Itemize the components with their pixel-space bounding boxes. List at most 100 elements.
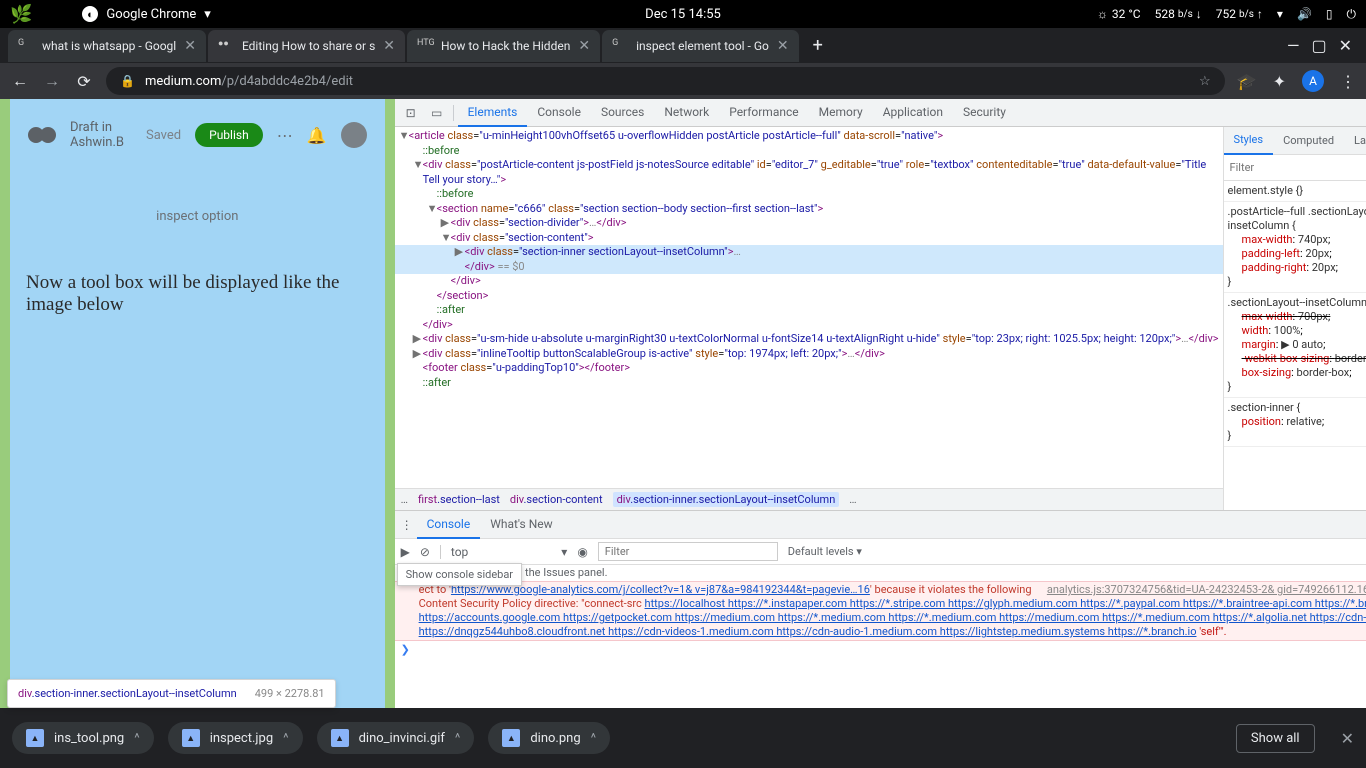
dom-node[interactable]: ▼<section name="c666" class="section sec… bbox=[395, 202, 1223, 217]
console-tab[interactable]: What's New bbox=[480, 511, 562, 539]
dom-node[interactable]: </div> == $0 bbox=[395, 260, 1223, 275]
breadcrumb-item[interactable]: … bbox=[401, 493, 408, 506]
close-download-bar[interactable]: ✕ bbox=[1341, 729, 1354, 748]
browser-tab[interactable]: Ginspect element tool - Go✕ bbox=[602, 30, 799, 62]
chevron-up-icon[interactable]: ^ bbox=[283, 731, 288, 746]
show-all-downloads[interactable]: Show all bbox=[1236, 724, 1315, 753]
elements-tree[interactable]: ▼<article class="u-minHeight100vhOffset6… bbox=[395, 127, 1223, 488]
devtools-panel-tab[interactable]: Performance bbox=[719, 99, 808, 127]
inspect-element-icon[interactable]: ⊡ bbox=[399, 106, 423, 120]
devtools-panel-tab[interactable]: Security bbox=[953, 99, 1016, 127]
console-sidebar-icon[interactable]: ▶ bbox=[401, 545, 410, 559]
breadcrumb-item[interactable]: div.section-content bbox=[510, 493, 603, 506]
browser-tab[interactable]: ●●Editing How to share or s✕ bbox=[208, 30, 405, 62]
context-selector[interactable]: top ▾ bbox=[451, 545, 567, 559]
dom-node[interactable]: ::before bbox=[395, 144, 1223, 159]
dom-node[interactable]: ▶<div class="u-sm-hide u-absolute u-marg… bbox=[395, 332, 1223, 347]
new-tab-button[interactable]: + bbox=[801, 35, 835, 56]
close-window-button[interactable]: ✕ bbox=[1339, 36, 1352, 55]
styles-tab[interactable]: Styles bbox=[1224, 127, 1274, 155]
devtools-panel-tab[interactable]: Network bbox=[654, 99, 719, 127]
article-body-text[interactable]: Now a tool box will be displayed like th… bbox=[10, 272, 385, 316]
device-toolbar-icon[interactable]: ▭ bbox=[425, 106, 449, 120]
breadcrumb-item[interactable]: first.section--last bbox=[418, 493, 500, 506]
download-item[interactable]: ▲dino.png^ bbox=[488, 722, 610, 754]
chevron-up-icon[interactable]: ^ bbox=[591, 731, 596, 746]
dom-node[interactable]: </section> bbox=[395, 289, 1223, 304]
console-tab[interactable]: Console bbox=[417, 511, 481, 539]
chevron-up-icon[interactable]: ^ bbox=[455, 731, 460, 746]
clear-console-icon[interactable]: ⊘ bbox=[420, 545, 430, 559]
dom-node[interactable]: ▼<div class="postArticle-content js-post… bbox=[395, 158, 1223, 173]
close-tab-icon[interactable]: ✕ bbox=[383, 38, 395, 54]
dom-node[interactable]: ▶<div class="section-inner sectionLayout… bbox=[395, 245, 1223, 260]
styles-tab[interactable]: Layout bbox=[1344, 127, 1366, 154]
power-icon[interactable]: ⏻ bbox=[1347, 7, 1357, 22]
weather[interactable]: ☼ 32 °C bbox=[1097, 7, 1141, 21]
dom-node[interactable]: ::after bbox=[395, 303, 1223, 318]
dom-node[interactable]: ▶<div class="section-divider">…</div> bbox=[395, 216, 1223, 231]
extensions-icon[interactable]: ✦ bbox=[1273, 72, 1286, 91]
console-log[interactable]: View issues has been moved to the Issues… bbox=[395, 565, 1366, 708]
css-rule[interactable]: main-brandi…lcHjA.css:1.section-inner {p… bbox=[1224, 398, 1366, 447]
css-rule[interactable]: main-brandi…lcHjA.css:1.postArticle--ful… bbox=[1224, 202, 1366, 293]
reload-button[interactable]: ⟳ bbox=[74, 72, 94, 91]
scholar-icon[interactable]: 🎓 bbox=[1237, 72, 1257, 91]
breadcrumb-item[interactable]: … bbox=[849, 493, 856, 506]
more-icon[interactable]: ⋯ bbox=[277, 126, 293, 145]
clock[interactable]: Dec 15 14:55 bbox=[645, 7, 721, 22]
chevron-up-icon[interactable]: ^ bbox=[134, 731, 139, 746]
star-icon[interactable]: ☆ bbox=[1199, 74, 1211, 89]
log-levels[interactable]: Default levels ▾ bbox=[788, 545, 862, 558]
styles-body[interactable]: element.style {}main-brandi…lcHjA.css:1.… bbox=[1224, 181, 1366, 510]
publish-button[interactable]: Publish bbox=[195, 123, 263, 147]
download-item[interactable]: ▲inspect.jpg^ bbox=[168, 722, 303, 754]
dom-node[interactable]: ::before bbox=[395, 187, 1223, 202]
devtools-panel-tab[interactable]: Application bbox=[873, 99, 953, 127]
close-tab-icon[interactable]: ✕ bbox=[777, 38, 789, 54]
dom-breadcrumb[interactable]: … first.section--last div.section-content d… bbox=[395, 488, 1223, 510]
bell-icon[interactable]: 🔔 bbox=[307, 126, 327, 145]
dom-node[interactable]: </div> bbox=[395, 274, 1223, 289]
favicon: ●● bbox=[218, 38, 234, 54]
browser-tab[interactable]: Gwhat is whatsapp - Googl✕ bbox=[8, 30, 206, 62]
dom-node[interactable]: ▼<div class="section-content"> bbox=[395, 231, 1223, 246]
dom-node[interactable]: ::after bbox=[395, 376, 1223, 391]
dom-node[interactable]: Tell your story…"> bbox=[395, 173, 1223, 188]
wifi-icon[interactable]: ▾ bbox=[1277, 7, 1283, 21]
medium-logo[interactable] bbox=[28, 127, 56, 143]
volume-icon[interactable]: 🔊 bbox=[1297, 7, 1312, 21]
styles-filter-input[interactable] bbox=[1226, 159, 1366, 176]
menu-icon[interactable]: ⋮ bbox=[1340, 72, 1356, 91]
console-filter-input[interactable] bbox=[598, 542, 778, 561]
eye-icon[interactable]: ◉ bbox=[577, 545, 587, 559]
omnibox[interactable]: 🔒 medium.com/p/d4abddc4e2b4/edit ☆ bbox=[106, 67, 1225, 95]
devtools-panel-tab[interactable]: Memory bbox=[809, 99, 873, 127]
profile-avatar[interactable]: A bbox=[1302, 70, 1324, 92]
medium-avatar[interactable] bbox=[341, 122, 367, 148]
css-rule[interactable]: element.style {} bbox=[1224, 181, 1366, 202]
maximize-button[interactable]: ▢ bbox=[1311, 36, 1326, 55]
close-tab-icon[interactable]: ✕ bbox=[578, 38, 590, 54]
minimize-button[interactable]: — bbox=[1287, 36, 1300, 55]
dom-node[interactable]: </div> bbox=[395, 318, 1223, 333]
download-item[interactable]: ▲ins_tool.png^ bbox=[12, 722, 154, 754]
back-button[interactable]: ← bbox=[10, 71, 30, 91]
forward-button[interactable]: → bbox=[42, 71, 62, 91]
close-tab-icon[interactable]: ✕ bbox=[184, 38, 196, 54]
devtools-panel-tab[interactable]: Console bbox=[527, 99, 591, 127]
breadcrumb-item[interactable]: div.section-inner.sectionLayout--insetCo… bbox=[613, 492, 840, 507]
active-app[interactable]: ◐ Google Chrome ▾ bbox=[82, 6, 210, 22]
dom-node[interactable]: ▼<article class="u-minHeight100vhOffset6… bbox=[395, 129, 1223, 144]
styles-tab[interactable]: Computed bbox=[1273, 127, 1344, 154]
drawer-menu-icon[interactable]: ⋮ bbox=[401, 518, 413, 532]
browser-tab[interactable]: HTGHow to Hack the Hidden ✕ bbox=[407, 30, 600, 62]
lock-icon[interactable]: 🔒 bbox=[120, 74, 135, 88]
battery-icon[interactable]: ▯ bbox=[1326, 7, 1333, 21]
devtools-panel-tab[interactable]: Sources bbox=[591, 99, 654, 127]
css-rule[interactable]: main-brandi…lcHjA.css:1.sectionLayout--i… bbox=[1224, 293, 1366, 398]
dom-node[interactable]: <footer class="u-paddingTop10"></footer> bbox=[395, 361, 1223, 376]
download-item[interactable]: ▲dino_invinci.gif^ bbox=[317, 722, 475, 754]
devtools-panel-tab[interactable]: Elements bbox=[458, 99, 528, 127]
dom-node[interactable]: ▶<div class="inlineTooltip buttonScalabl… bbox=[395, 347, 1223, 362]
